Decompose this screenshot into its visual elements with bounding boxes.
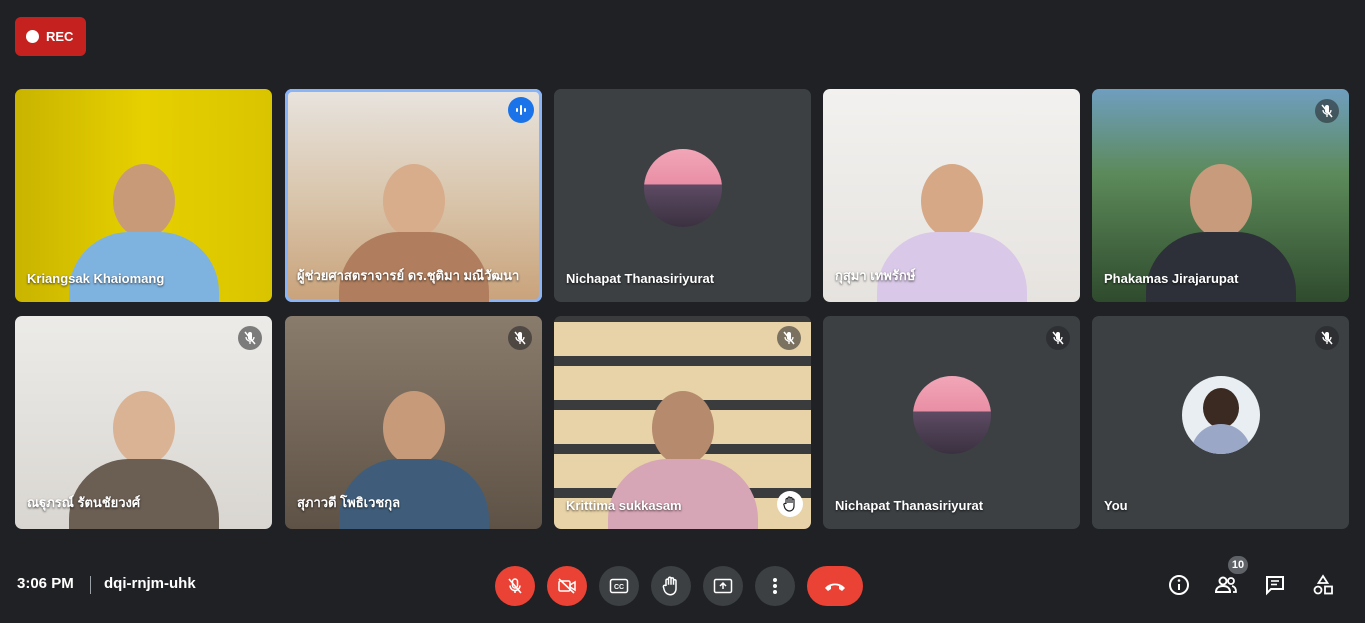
camera-off-icon [558, 578, 576, 594]
mic-off-icon [1315, 99, 1339, 123]
chat-icon [1266, 576, 1284, 596]
mic-off-icon [508, 326, 532, 350]
mic-off-icon [1046, 326, 1070, 350]
raised-hand-icon [777, 491, 803, 517]
present-screen-button[interactable] [703, 566, 743, 606]
bottom-bar: 3:06 PM dqi-rnjm-uhk CC 10 [0, 556, 1365, 610]
raise-hand-icon [662, 576, 677, 596]
record-dot-icon [26, 30, 39, 43]
svg-text:CC: CC [614, 584, 624, 591]
speaking-indicator-icon [508, 97, 534, 123]
chat-button[interactable] [1261, 571, 1289, 599]
divider [90, 576, 91, 594]
participant-name: สุภาวดี โพธิเวชกุล [297, 495, 401, 510]
participant-tile[interactable]: Nichapat Thanasiriyurat [554, 89, 811, 302]
participant-tile[interactable]: กุสุมา เทพรักษ์ [823, 89, 1080, 302]
avatar [912, 375, 991, 454]
participant-name: Krittima sukkasam [566, 498, 682, 513]
recording-badge: REC [15, 17, 86, 56]
activities-button[interactable] [1309, 571, 1337, 599]
participant-tile[interactable]: สุภาวดี โพธิเวชกุล [285, 316, 542, 529]
participant-name: ผู้ช่วยศาสตราจารย์ ดร.ชุติมา มณีวัฒนา [297, 268, 520, 283]
meeting-details-button[interactable] [1165, 571, 1193, 599]
raise-hand-button[interactable] [651, 566, 691, 606]
participant-tile[interactable]: Krittima sukkasam [554, 316, 811, 529]
more-options-button[interactable] [755, 566, 795, 606]
participant-name: Phakamas Jirajarupat [1104, 271, 1239, 286]
participant-name: You [1104, 498, 1128, 513]
mic-off-icon [508, 578, 522, 594]
participant-name: Nichapat Thanasiriyurat [566, 271, 715, 286]
participant-tile[interactable]: Nichapat Thanasiriyurat [823, 316, 1080, 529]
leave-call-button[interactable] [807, 566, 863, 606]
captions-icon: CC [609, 578, 629, 594]
participant-grid: Kriangsak Khaiomang ผู้ช่วยศาสตราจารย์ ด… [15, 89, 1350, 529]
info-icon [1169, 575, 1189, 595]
mic-off-icon [1315, 326, 1339, 350]
participant-tile-speaking[interactable]: ผู้ช่วยศาสตราจารย์ ดร.ชุติมา มณีวัฒนา [285, 89, 542, 302]
participant-name: ณฐุภรณ์ รัตนชัยวงศ์ [27, 495, 141, 510]
participant-name: กุสุมา เทพรักษ์ [835, 268, 916, 283]
meeting-code: dqi-rnjm-uhk [104, 575, 196, 592]
meeting-time: 3:06 PM [17, 575, 74, 592]
participant-tile[interactable]: ณฐุภรณ์ รัตนชัยวงศ์ [15, 316, 272, 529]
camera-toggle-button[interactable] [547, 566, 587, 606]
recording-label: REC [46, 29, 74, 44]
people-icon [1214, 576, 1237, 593]
participant-tile[interactable]: Phakamas Jirajarupat [1092, 89, 1349, 302]
participant-tile[interactable]: Kriangsak Khaiomang [15, 89, 272, 302]
more-icon [773, 578, 777, 594]
mic-off-icon [238, 326, 262, 350]
participant-count-badge: 10 [1228, 556, 1248, 574]
activities-icon [1313, 574, 1333, 595]
people-button[interactable] [1212, 571, 1240, 599]
avatar [1181, 375, 1260, 454]
participant-name: Nichapat Thanasiriyurat [835, 498, 984, 513]
present-icon [713, 578, 733, 594]
end-call-icon [825, 583, 845, 591]
avatar [643, 148, 722, 227]
captions-button[interactable]: CC [599, 566, 639, 606]
mic-toggle-button[interactable] [495, 566, 535, 606]
participant-tile-self[interactable]: You [1092, 316, 1349, 529]
participant-name: Kriangsak Khaiomang [27, 271, 165, 286]
mic-off-icon [777, 326, 801, 350]
